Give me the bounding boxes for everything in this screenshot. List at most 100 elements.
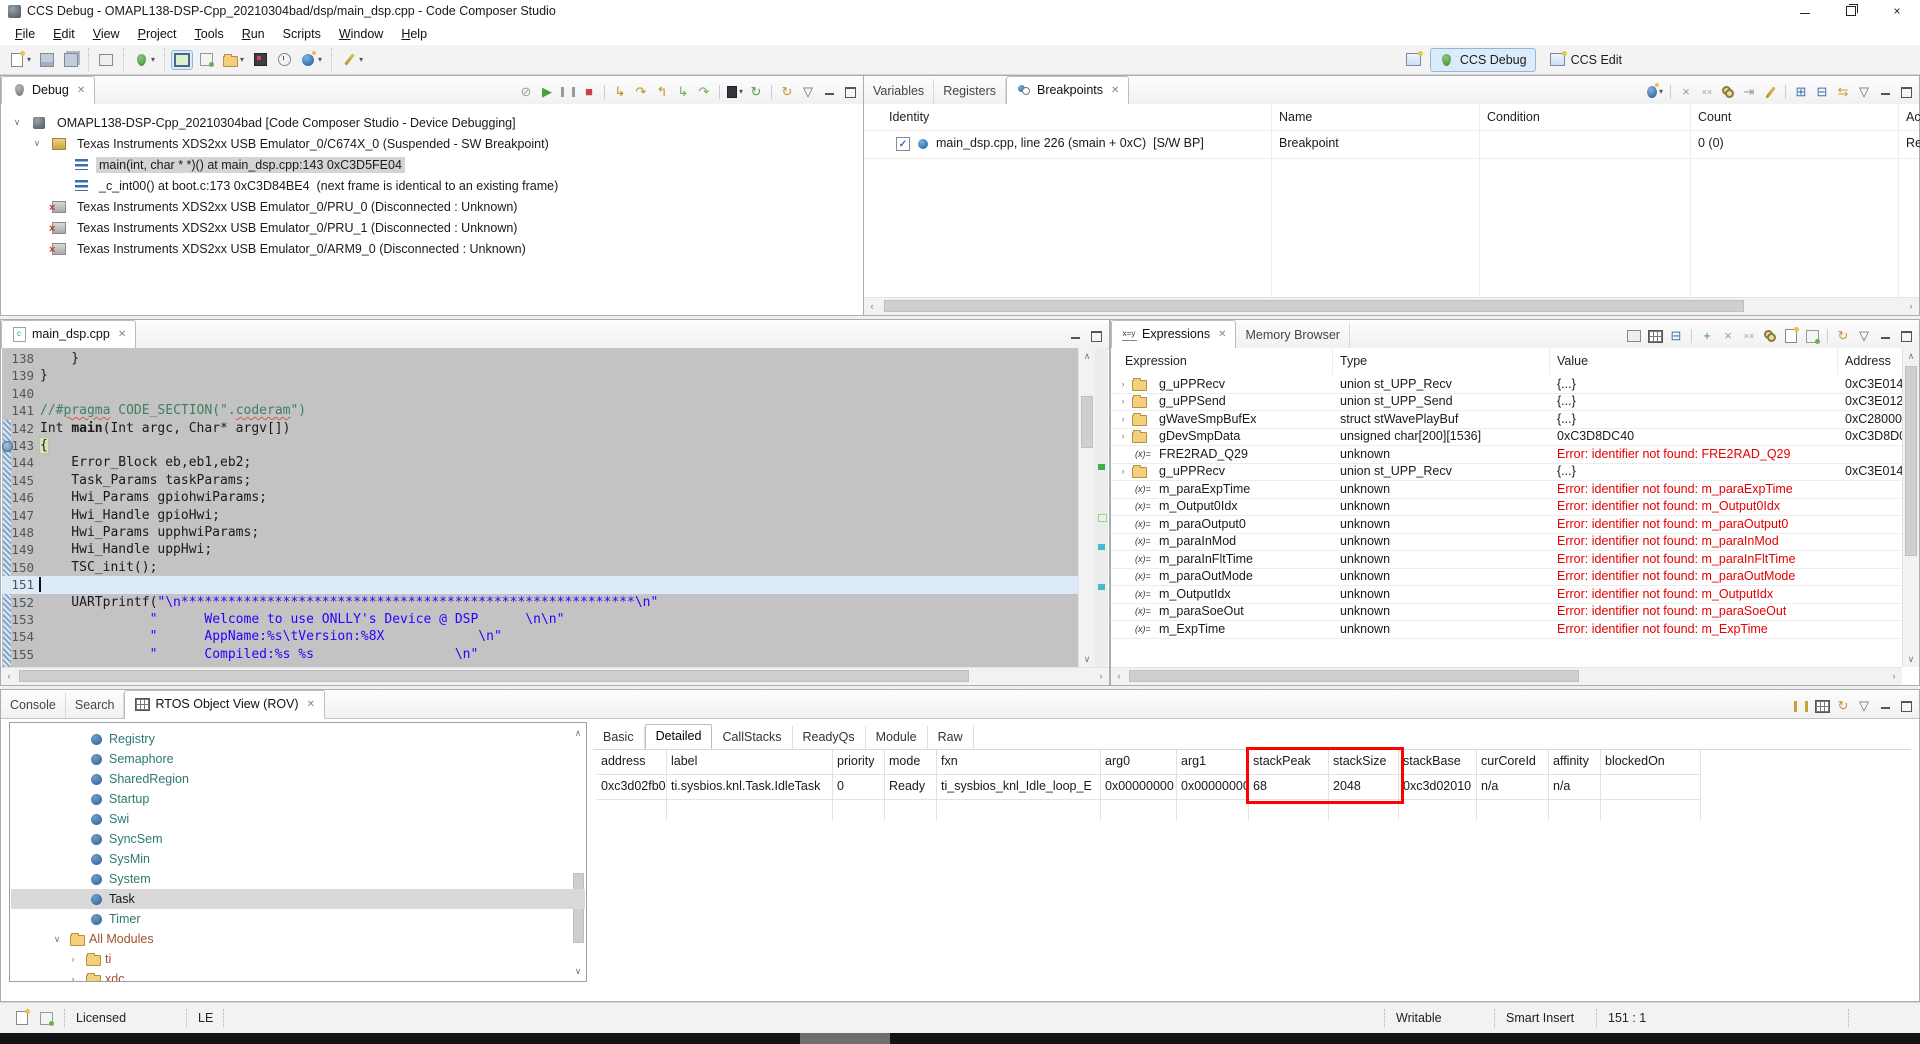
- rov-column-header-curcoreid[interactable]: curCoreId: [1477, 750, 1549, 774]
- tab-console[interactable]: Console: [1, 693, 66, 718]
- column-header-type[interactable]: Type: [1340, 354, 1367, 368]
- pin-rov-icon[interactable]: [1793, 698, 1809, 714]
- menu-view[interactable]: View: [84, 25, 129, 43]
- new-button[interactable]: ▾: [6, 50, 34, 70]
- rov-column-header-arg0[interactable]: arg0: [1101, 750, 1177, 774]
- add-expression-icon[interactable]: +: [1699, 328, 1715, 344]
- flash-button[interactable]: [249, 50, 271, 70]
- reevaluate-icon[interactable]: [1762, 328, 1778, 344]
- code-line-139[interactable]: 139}: [2, 367, 1082, 384]
- refresh-icon[interactable]: ↻: [1835, 328, 1851, 344]
- tab-rtos-object-view-rov-[interactable]: RTOS Object View (ROV) ✕: [124, 690, 325, 719]
- code-line-142[interactable]: 142 Int main(Int argc, Char* argv[]): [2, 420, 1082, 437]
- code-line-149[interactable]: 149 Hwi_Handle uppHwi;: [2, 541, 1082, 558]
- column-header-condition[interactable]: Condition: [1487, 110, 1540, 124]
- open-element-icon[interactable]: [98, 52, 114, 68]
- connect-target-button[interactable]: [171, 49, 194, 70]
- code-editor[interactable]: 138 } 139} 140 141//#pragma CODE_SECTION(".…: [2, 348, 1082, 667]
- remove-all-icon[interactable]: ××: [1741, 328, 1757, 344]
- pin-editor-button[interactable]: ▾: [338, 50, 366, 70]
- minimize-icon[interactable]: [1877, 84, 1893, 100]
- view-menu-icon[interactable]: ▽: [1856, 698, 1872, 714]
- menu-file[interactable]: File: [6, 25, 44, 43]
- asm-step-over-icon[interactable]: ↷: [696, 84, 712, 100]
- expression-row[interactable]: › g_uPPRecv union st_UPP_Recv {...} 0xC3E014: [1111, 375, 1902, 394]
- rov-tree-item-xdc[interactable]: › xdc: [11, 969, 585, 981]
- resource-explorer-icon[interactable]: [300, 50, 317, 68]
- chevron-collapsed-icon[interactable]: ›: [67, 954, 79, 964]
- perspective-ccs-edit[interactable]: CCS Edit: [1542, 48, 1630, 72]
- new-breakpoint-icon[interactable]: ▾: [1647, 83, 1663, 100]
- cpu-mode-icon[interactable]: ▾: [727, 84, 743, 100]
- rov-detail-tab-readyqs[interactable]: ReadyQs: [793, 726, 866, 749]
- resume-icon[interactable]: ▶: [539, 84, 555, 100]
- debug-tree-row[interactable]: _c_int00() at boot.c:173 0xC3D84BE4 (nex…: [1, 175, 863, 196]
- remove-icon[interactable]: ×: [1678, 84, 1694, 100]
- chevron-collapsed-icon[interactable]: ›: [1117, 466, 1129, 476]
- chevron-down-icon[interactable]: ▾: [359, 55, 363, 64]
- new-icon[interactable]: [9, 50, 25, 68]
- save-button[interactable]: [36, 50, 58, 70]
- rov-tree-item-all-modules[interactable]: ∨ All Modules: [11, 929, 585, 949]
- column-header-name[interactable]: Name: [1279, 110, 1312, 124]
- column-header-expression[interactable]: Expression: [1125, 354, 1187, 368]
- tab-search[interactable]: Search: [66, 693, 125, 718]
- code-line-151[interactable]: 151: [2, 576, 1082, 594]
- rov-tree-item-swi[interactable]: Swi: [11, 809, 585, 829]
- step-return-icon[interactable]: ↰: [654, 84, 670, 100]
- chevron-collapsed-icon[interactable]: ›: [1117, 431, 1129, 441]
- menu-run[interactable]: Run: [233, 25, 274, 43]
- code-line-150[interactable]: 150 TSC_init();: [2, 559, 1082, 576]
- rov-tree-item-task[interactable]: Task: [11, 889, 585, 909]
- code-line-155[interactable]: 155 " Compiled:%s %s \n": [2, 646, 1082, 663]
- chevron-expanded-icon[interactable]: ∨: [51, 934, 63, 945]
- expressions-hscrollbar[interactable]: ‹ ›: [1111, 667, 1902, 685]
- maximize-icon[interactable]: [1898, 698, 1914, 714]
- collapse-all-icon[interactable]: ⊟: [1668, 328, 1684, 344]
- rov-detail-tab-module[interactable]: Module: [866, 726, 928, 749]
- perspective-ccs-debug[interactable]: CCS Debug: [1429, 47, 1536, 72]
- column-header-identity[interactable]: Identity: [889, 110, 929, 124]
- rov-tree-item-system[interactable]: System: [11, 869, 585, 889]
- rov-detail-tab-detailed[interactable]: Detailed: [644, 724, 713, 749]
- window-minimize-button[interactable]: [1782, 0, 1828, 22]
- collapse-all-icon[interactable]: ⊟: [1814, 84, 1830, 100]
- rov-tree-item-syncsem[interactable]: SyncSem: [11, 829, 585, 849]
- show-logical-structure-icon[interactable]: [1626, 328, 1642, 344]
- chevron-collapsed-icon[interactable]: ›: [1117, 396, 1129, 406]
- window-restore-button[interactable]: [1828, 0, 1874, 22]
- rov-tree-item-startup[interactable]: Startup: [11, 789, 585, 809]
- menu-scripts[interactable]: Scripts: [274, 25, 330, 43]
- rov-tree-item-semaphore[interactable]: Semaphore: [11, 749, 585, 769]
- rov-column-header-priority[interactable]: priority: [833, 750, 885, 774]
- chevron-collapsed-icon[interactable]: ›: [1117, 379, 1129, 389]
- minimize-icon[interactable]: [1877, 698, 1893, 714]
- chevron-down-icon[interactable]: ▾: [240, 55, 244, 64]
- rov-detail-tab-raw[interactable]: Raw: [928, 726, 974, 749]
- code-line-152[interactable]: 152 UARTprintf("\n**********************…: [2, 594, 1082, 611]
- asm-step-into-icon[interactable]: ↳: [675, 84, 691, 100]
- suspend-icon[interactable]: [560, 84, 576, 100]
- tab-registers[interactable]: Registers: [934, 79, 1006, 104]
- tab-breakpoints[interactable]: Breakpoints ✕: [1005, 76, 1130, 105]
- menu-tools[interactable]: Tools: [186, 25, 233, 43]
- chevron-expanded-icon[interactable]: ∨: [11, 117, 23, 128]
- tab-memory-browser[interactable]: Memory Browser: [1236, 323, 1350, 348]
- code-line-145[interactable]: 145 Task_Params taskParams;: [2, 472, 1082, 489]
- skip-all-breakpoints-icon[interactable]: ⊘: [518, 84, 534, 100]
- close-icon[interactable]: ✕: [1218, 329, 1226, 340]
- chevron-down-icon[interactable]: ▾: [151, 55, 155, 64]
- rov-detail-tab-basic[interactable]: Basic: [593, 726, 645, 749]
- minimize-icon[interactable]: [1067, 328, 1083, 344]
- skip-pencil-icon[interactable]: [1762, 84, 1778, 100]
- save-all-icon[interactable]: [63, 52, 79, 68]
- connect-target-icon[interactable]: [174, 52, 191, 68]
- terminate-icon[interactable]: ■: [581, 84, 597, 100]
- rov-column-header-arg1[interactable]: arg1: [1177, 750, 1249, 774]
- profile-clock-button[interactable]: [273, 50, 295, 70]
- chevron-expanded-icon[interactable]: ∨: [31, 138, 43, 149]
- tab-debug[interactable]: Debug ✕: [1, 76, 96, 105]
- flash-icon[interactable]: [252, 52, 268, 68]
- column-header-value[interactable]: Value: [1557, 354, 1588, 368]
- breakpoint-checkbox[interactable]: ✓: [896, 137, 910, 151]
